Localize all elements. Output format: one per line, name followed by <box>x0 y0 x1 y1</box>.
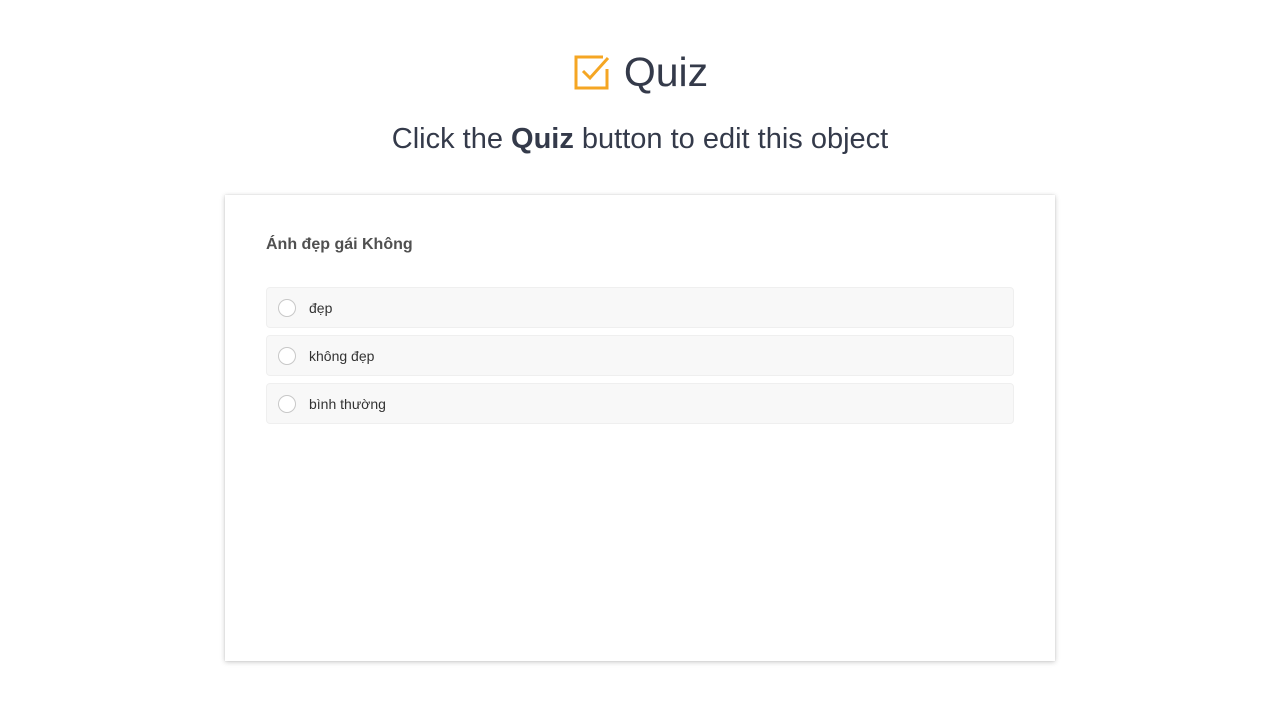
answer-option-khong-dep[interactable]: không đẹp <box>266 335 1014 376</box>
instruction-emphasis: Quiz <box>511 123 574 155</box>
quiz-card: Ánh đẹp gái Không đẹp không đẹp bình thư… <box>225 195 1055 661</box>
answer-options: đẹp không đẹp bình thường <box>266 287 1014 431</box>
radio-button[interactable] <box>278 394 296 413</box>
answer-label: không đẹp <box>309 347 375 364</box>
radio-button[interactable] <box>278 346 296 365</box>
page-title: Quiz <box>623 49 709 95</box>
quiz-header: Quiz <box>0 48 1280 96</box>
answer-option-binh-thuong[interactable]: bình thường <box>266 383 1014 424</box>
radio-button[interactable] <box>278 298 296 317</box>
answer-option-dep[interactable]: đẹp <box>266 287 1014 328</box>
question-text: Ánh đẹp gái Không <box>266 236 413 253</box>
edit-instruction: Click the Quiz button to edit this objec… <box>0 120 1280 158</box>
instruction-prefix: Click the <box>391 123 512 155</box>
answer-label: đẹp <box>309 299 333 316</box>
instruction-suffix: button to edit this object <box>573 123 889 155</box>
checkbox-icon <box>572 52 612 92</box>
answer-label: bình thường <box>309 395 386 412</box>
